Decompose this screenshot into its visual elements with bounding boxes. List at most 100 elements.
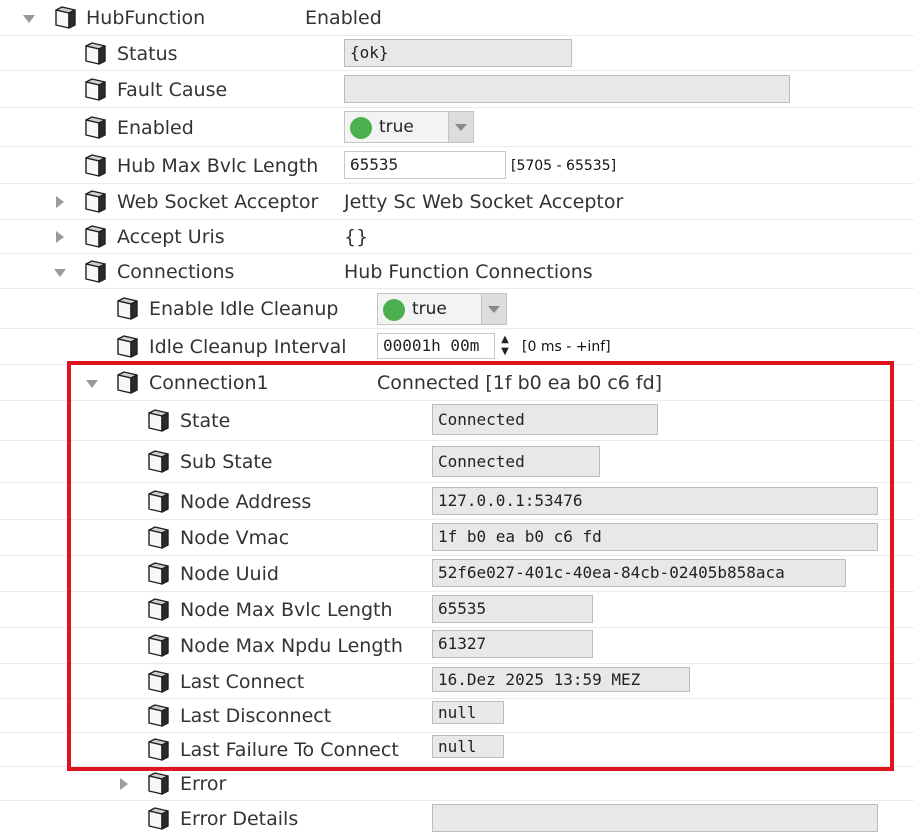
node-max-bvlc-length-value-field: 65535: [432, 595, 593, 623]
cube-icon: [115, 335, 139, 359]
property-row-status: Status {ok}: [0, 36, 914, 71]
enable-idle-cleanup-label: Enable Idle Cleanup: [149, 298, 339, 320]
node-max-npdu-length-value-field: 61327: [432, 630, 593, 658]
state-label: State: [180, 410, 231, 432]
last-disconnect-label: Last Disconnect: [180, 705, 332, 727]
cube-icon: [83, 41, 107, 66]
node-max-bvlc-length-label: Node Max Bvlc Length: [180, 599, 393, 621]
cube-icon: [53, 6, 77, 30]
property-row-state: State Connected: [0, 401, 914, 441]
cube-icon: [146, 704, 170, 728]
property-row-enabled: Enabled true: [0, 108, 914, 147]
cube-icon: [115, 297, 139, 321]
cube-icon: [146, 526, 170, 550]
property-row-hub-max-bvlc-length: Hub Max Bvlc Length 65535 [5705 - 65535]: [0, 147, 914, 184]
error-details-label: Error Details: [180, 808, 299, 830]
idle-cleanup-interval-input[interactable]: 00001h 00m: [377, 333, 495, 359]
tree-row-accept-uris[interactable]: Accept Uris {}: [0, 220, 914, 254]
node-vmac-label: Node Vmac: [180, 527, 290, 549]
cube-icon: [115, 371, 139, 395]
property-row-error-details: Error Details: [0, 801, 914, 837]
true-indicator-icon: [383, 299, 405, 321]
spin-up-icon[interactable]: ▲: [498, 334, 512, 346]
cube-icon: [146, 772, 170, 796]
enable-idle-cleanup-select-value: true: [412, 299, 447, 319]
property-row-fault-cause: Fault Cause: [0, 71, 914, 108]
enabled-label: Enabled: [117, 116, 194, 139]
error-label: Error: [180, 773, 227, 795]
connection1-value: Connected [1f b0 ea b0 c6 fd]: [377, 372, 663, 394]
collapse-triangle-icon[interactable]: [56, 231, 64, 243]
node-uuid-label: Node Uuid: [180, 563, 279, 585]
collapse-triangle-icon[interactable]: [56, 196, 64, 208]
true-indicator-icon: [350, 117, 372, 139]
last-failure-to-connect-label: Last Failure To Connect: [180, 739, 399, 761]
connections-value: Hub Function Connections: [344, 260, 593, 283]
property-row-node-max-npdu-length: Node Max Npdu Length 61327: [0, 628, 914, 664]
last-connect-value-field: 16.Dez 2025 13:59 MEZ: [432, 667, 690, 692]
cube-icon: [146, 598, 170, 622]
expand-triangle-icon[interactable]: [54, 268, 66, 277]
sub-state-value-field: Connected: [432, 446, 600, 477]
node-address-label: Node Address: [180, 490, 312, 513]
property-row-idle-cleanup-interval: Idle Cleanup Interval 00001h 00m ▲ ▼ [0 …: [0, 329, 914, 365]
enabled-select-value: true: [379, 117, 414, 137]
node-uuid-value-field: 52f6e027-401c-40ea-84cb-02405b858aca: [432, 559, 846, 587]
node-max-npdu-length-label: Node Max Npdu Length: [180, 635, 403, 657]
cube-icon: [83, 259, 107, 284]
status-label: Status: [117, 42, 178, 65]
web-socket-acceptor-label: Web Socket Acceptor: [117, 191, 319, 213]
accept-uris-label: Accept Uris: [117, 226, 225, 248]
hubfunction-label: HubFunction: [86, 7, 206, 29]
enabled-select[interactable]: true: [344, 111, 474, 143]
cube-icon: [146, 807, 170, 831]
last-failure-to-connect-value-field: null: [432, 735, 504, 758]
hubfunction-value: Enabled: [305, 7, 382, 29]
cube-icon: [83, 115, 107, 140]
idle-cleanup-interval-spinner[interactable]: ▲ ▼: [498, 334, 512, 358]
property-row-node-max-bvlc-length: Node Max Bvlc Length 65535: [0, 592, 914, 628]
accept-uris-value: {}: [344, 226, 369, 248]
property-row-last-connect: Last Connect 16.Dez 2025 13:59 MEZ: [0, 664, 914, 699]
cube-icon: [83, 190, 107, 214]
hub-max-bvlc-length-range: [5705 - 65535]: [511, 157, 617, 174]
property-row-node-uuid: Node Uuid 52f6e027-401c-40ea-84cb-02405b…: [0, 556, 914, 592]
tree-row-web-socket-acceptor[interactable]: Web Socket Acceptor Jetty Sc Web Socket …: [0, 184, 914, 220]
dropdown-arrow-icon[interactable]: [481, 294, 506, 324]
dropdown-arrow-icon[interactable]: [448, 112, 473, 142]
tree-row-connections[interactable]: Connections Hub Function Connections: [0, 254, 914, 289]
sub-state-label: Sub State: [180, 451, 273, 473]
cube-icon: [146, 738, 170, 762]
cube-icon: [146, 450, 170, 474]
cube-icon: [146, 669, 170, 694]
last-connect-label: Last Connect: [180, 670, 305, 693]
tree-row-error[interactable]: Error: [0, 767, 914, 801]
spin-down-icon[interactable]: ▼: [498, 346, 512, 358]
property-row-enable-idle-cleanup: Enable Idle Cleanup true: [0, 289, 914, 329]
connection1-label: Connection1: [149, 372, 269, 394]
tree-row-hubfunction[interactable]: HubFunction Enabled: [0, 0, 914, 36]
collapse-triangle-icon[interactable]: [120, 778, 128, 790]
state-value-field: Connected: [432, 404, 658, 435]
fault-cause-label: Fault Cause: [117, 78, 228, 101]
idle-cleanup-interval-label: Idle Cleanup Interval: [149, 336, 347, 358]
hub-max-bvlc-length-input[interactable]: 65535: [344, 151, 506, 179]
cube-icon: [146, 489, 170, 514]
cube-icon: [146, 562, 170, 586]
property-row-node-vmac: Node Vmac 1f b0 ea b0 c6 fd: [0, 520, 914, 556]
status-value-field: {ok}: [344, 39, 572, 67]
cube-icon: [146, 634, 170, 658]
expand-triangle-icon[interactable]: [86, 380, 98, 388]
property-row-last-disconnect: Last Disconnect null: [0, 699, 914, 733]
error-details-value-field: [432, 804, 878, 832]
expand-triangle-icon[interactable]: [23, 15, 35, 23]
cube-icon: [146, 409, 170, 433]
node-address-value-field: 127.0.0.1:53476: [432, 487, 878, 515]
property-row-last-failure-to-connect: Last Failure To Connect null: [0, 733, 914, 767]
idle-cleanup-interval-range: [0 ms - +inf]: [522, 339, 611, 355]
hub-max-bvlc-length-label: Hub Max Bvlc Length: [117, 154, 319, 177]
tree-row-connection1[interactable]: Connection1 Connected [1f b0 ea b0 c6 fd…: [0, 365, 914, 401]
cube-icon: [83, 153, 107, 178]
cube-icon: [83, 77, 107, 102]
enable-idle-cleanup-select[interactable]: true: [377, 293, 507, 325]
